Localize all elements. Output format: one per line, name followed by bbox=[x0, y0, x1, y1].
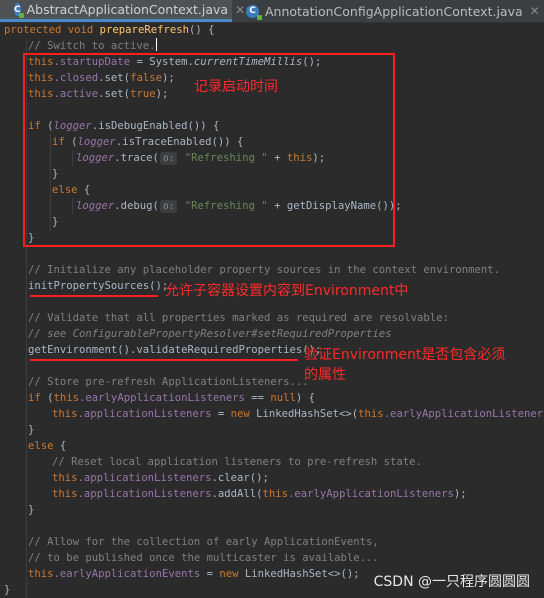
code-editor[interactable]: protected void prepareRefresh() { // Swi… bbox=[0, 22, 544, 598]
code-line: this.applicationListeners = new LinkedHa… bbox=[52, 408, 544, 420]
java-class-icon: C bbox=[14, 3, 24, 18]
code-line: protected void prepareRefresh() { bbox=[4, 24, 215, 36]
code-line: // see ConfigurablePropertyResolver#setR… bbox=[28, 328, 392, 340]
code-line: this.applicationListeners.clear(); bbox=[52, 472, 269, 484]
editor-tab-bar: C AbstractApplicationContext.java ✕ C An… bbox=[0, 0, 544, 23]
code-line: this.earlyApplicationEvents = new Linked… bbox=[28, 568, 360, 580]
annotation-label: 记录启动时间 bbox=[194, 79, 278, 95]
code-line: // Reset local application listeners to … bbox=[52, 456, 422, 468]
tab-abstract-application-context[interactable]: C AbstractApplicationContext.java ✕ bbox=[0, 0, 245, 22]
code-line: // Store pre-refresh ApplicationListener… bbox=[28, 376, 309, 388]
underline-marker bbox=[30, 359, 298, 361]
close-icon[interactable]: ✕ bbox=[530, 4, 540, 18]
code-line: if (this.earlyApplicationListeners == nu… bbox=[28, 392, 316, 404]
text-caret bbox=[155, 38, 157, 51]
annotation-label: 的属性 bbox=[304, 367, 346, 383]
code-line: } bbox=[28, 504, 35, 516]
code-line: initPropertySources(); bbox=[28, 280, 169, 292]
annotation-label: 验证Environment是否包含必须 bbox=[304, 347, 506, 363]
underline-marker bbox=[30, 295, 158, 297]
code-line: // Allow for the collection of early App… bbox=[28, 536, 379, 548]
tab-title: AnnotationConfigApplicationContext.java bbox=[265, 3, 523, 19]
java-class-icon: C bbox=[246, 4, 262, 20]
watermark: CSDN @一只程序圆圆圆 bbox=[373, 574, 530, 590]
annotation-label: 允许子容器设置内容到Environment中 bbox=[165, 283, 409, 299]
code-line: // Validate that all properties marked a… bbox=[28, 312, 449, 324]
code-line: else { bbox=[28, 440, 67, 452]
code-line: // Initialize any placeholder property s… bbox=[28, 264, 500, 276]
code-line: // to be published once the multicaster … bbox=[28, 552, 379, 564]
code-line: } bbox=[28, 424, 35, 436]
code-line: getEnvironment().validateRequiredPropert… bbox=[28, 344, 322, 356]
tab-title: AbstractApplicationContext.java bbox=[26, 2, 229, 17]
code-line: // Switch to active. bbox=[28, 38, 157, 52]
code-line: } bbox=[4, 584, 11, 596]
tab-annotation-config-application-context[interactable]: C AnnotationConfigApplicationContext.jav… bbox=[232, 0, 544, 22]
code-line: this.applicationListeners.addAll(this.ea… bbox=[52, 488, 467, 500]
